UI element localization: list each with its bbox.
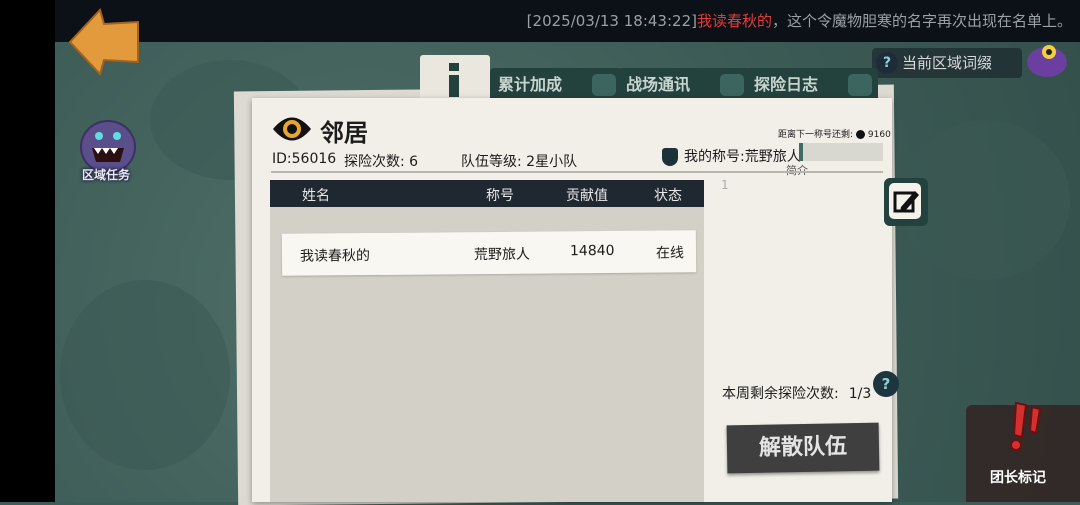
team-level: 队伍等级: 2星小队 <box>461 154 578 170</box>
pencil-icon <box>848 74 872 96</box>
alert-icon <box>1010 401 1042 451</box>
weekly-remaining-label: 本周剩余探险次数: <box>722 386 839 402</box>
left-black-bar <box>0 0 55 502</box>
area-task-label: 区域任务 <box>81 168 130 182</box>
help-button[interactable]: ? <box>873 371 899 397</box>
top-bar: [2025/03/13 18:43:22]我读春秋的，这个令魔物胆寒的名字再次出… <box>55 0 1080 42</box>
edit-intro-button[interactable] <box>884 178 928 226</box>
header-contribution: 贡献值 <box>566 188 608 204</box>
rank-progress-bar <box>799 143 883 161</box>
monster-icon[interactable] <box>1024 40 1070 80</box>
question-icon: ? <box>876 52 898 74</box>
area-task-button[interactable]: 区域任务 <box>74 120 138 190</box>
tab-label: 累计加成 <box>498 75 563 94</box>
disband-team-button[interactable]: 解散队伍 <box>726 422 880 474</box>
next-rank-info: 距离下一称号还剩: 9160 <box>778 127 891 140</box>
pencil-edit-icon <box>893 191 919 213</box>
my-rank: 我的称号:荒野旅人 <box>662 146 801 166</box>
member-status: 在线 <box>655 245 685 262</box>
tab-label: 战场通讯 <box>626 75 691 94</box>
tab-exploration-log[interactable]: 探险日志 <box>746 68 878 102</box>
info-icon <box>449 63 459 97</box>
my-rank-text: 我的称号:荒野旅人 <box>684 149 801 165</box>
coin-icon <box>855 130 865 139</box>
member-name: 我读春秋的 <box>299 248 371 265</box>
marquee-player-name: 我读春秋的 <box>696 12 772 30</box>
header-status: 状态 <box>654 188 682 204</box>
member-contribution: 14840 <box>569 242 615 260</box>
header-title: 称号 <box>486 188 514 204</box>
bg-blob <box>60 280 230 470</box>
leader-mark-label: 团长标记 <box>990 470 1046 486</box>
back-button[interactable] <box>66 6 142 78</box>
team-name: 邻居 <box>320 119 368 147</box>
table-row[interactable]: 我读春秋的 荒野旅人 14840 在线 <box>281 230 697 276</box>
weekly-remaining-value: 1/3 <box>848 386 872 402</box>
header-name: 姓名 <box>302 188 330 204</box>
marquee-message: ，这个令魔物胆寒的名字再次出现在名单上。 <box>771 12 1072 30</box>
edit-icon-frame <box>889 183 921 219</box>
member-table <box>270 180 704 502</box>
member-title: 荒野旅人 <box>473 246 531 264</box>
marquee-timestamp: [2025/03/13 18:43:22] <box>526 12 697 30</box>
table-header: 姓名 称号 贡献值 状态 <box>270 180 704 207</box>
rank-progress-fill <box>799 143 804 161</box>
tab-label: 探险日志 <box>754 75 819 94</box>
region-affix-button[interactable]: ? 当前区域词缀 <box>872 48 1022 78</box>
intro-text: 1 <box>721 178 729 192</box>
weekly-remaining: 本周剩余探险次数: 1/3 <box>722 383 871 403</box>
broadcast-marquee: [2025/03/13 18:43:22]我读春秋的，这个令魔物胆寒的名字再次出… <box>527 10 1072 31</box>
leader-mark-button[interactable]: 团长标记 <box>966 401 1080 502</box>
team-id: ID:56016 <box>272 151 337 167</box>
next-rank-value: 9160 <box>867 130 891 140</box>
skull-icon <box>592 74 616 96</box>
explore-count: 探险次数: 6 <box>344 154 419 170</box>
chat-icon <box>720 74 744 96</box>
back-arrow-icon <box>68 8 139 76</box>
divider <box>271 171 883 173</box>
tab-cumulative-bonus[interactable]: 累计加成 <box>490 68 622 102</box>
intro-textbox[interactable]: 1 <box>713 176 883 376</box>
next-rank-label: 距离下一称号还剩: <box>778 130 854 140</box>
eye-icon <box>271 112 313 146</box>
region-affix-label: 当前区域词缀 <box>902 54 993 72</box>
shield-icon <box>662 148 678 166</box>
tab-battle-comms[interactable]: 战场通讯 <box>618 68 750 102</box>
